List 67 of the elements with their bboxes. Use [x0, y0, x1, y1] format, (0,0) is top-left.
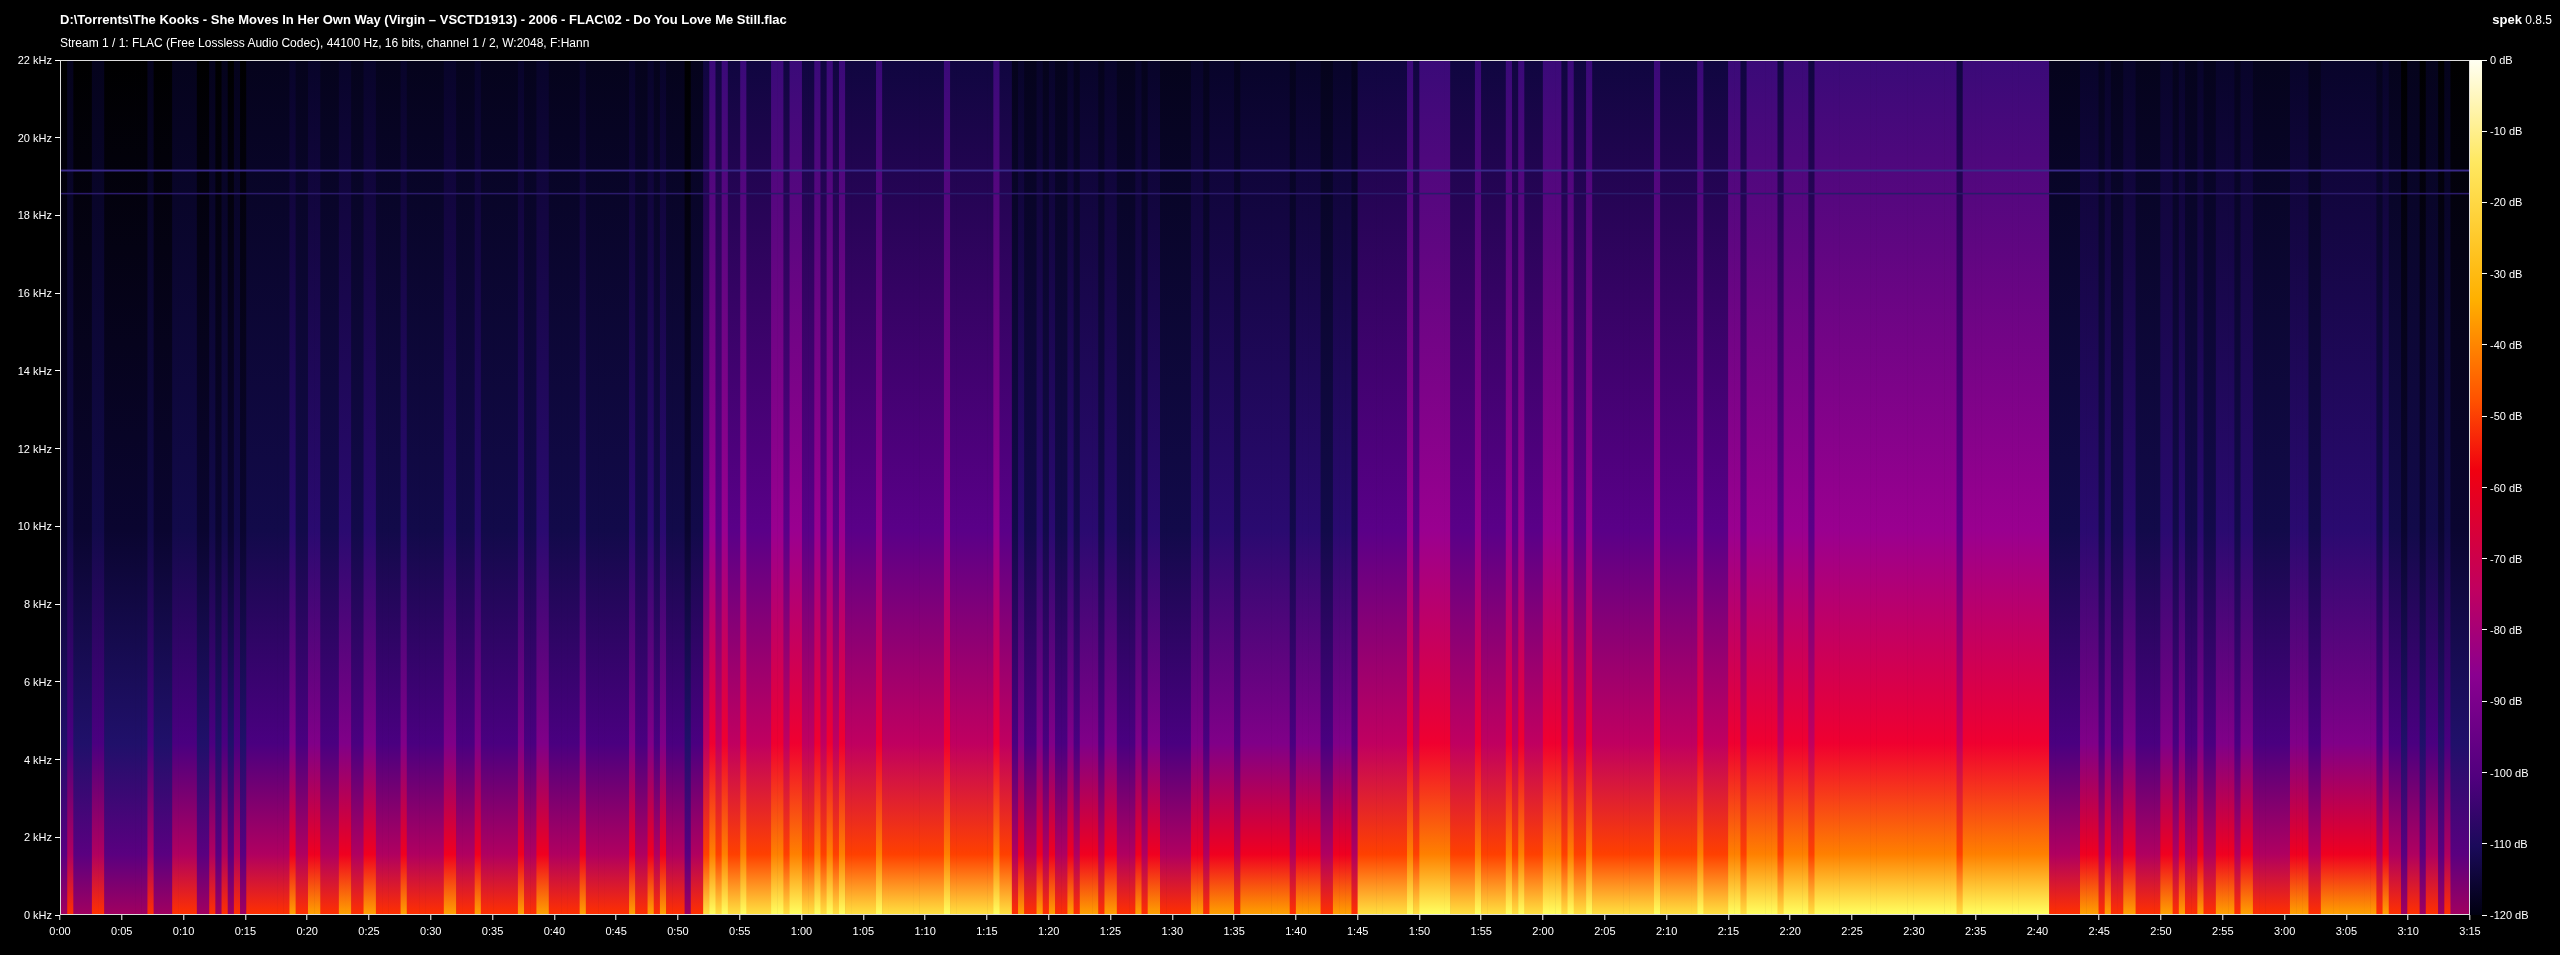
time-label: 2:15	[1717, 925, 1740, 937]
frequency-label: 4 kHz	[23, 753, 52, 766]
time-label: 0:40	[543, 925, 566, 937]
time-label: 2:40	[2026, 925, 2049, 937]
time-label: 1:50	[1408, 925, 1431, 937]
time-label: 2:35	[1964, 925, 1987, 937]
decibel-label: -80 dB	[2490, 624, 2523, 636]
frequency-label: 22 kHz	[17, 54, 52, 66]
time-label: 1:25	[1099, 925, 1122, 937]
time-label: 1:20	[1038, 925, 1060, 937]
time-label: 3:00	[2273, 925, 2296, 937]
stream-info-text: Stream 1 / 1: FLAC (Free Lossless Audio Codec), 44100 Hz, 16 bits, channel 1 / 2, W:2048, F:Hann	[60, 36, 591, 50]
decibel-label: -30 dB	[2490, 267, 2523, 280]
time-label: 0:45	[605, 925, 627, 937]
time-label: 0:50	[667, 925, 689, 937]
time-label: 1:00	[790, 925, 813, 937]
time-label: 3:10	[2397, 925, 2419, 937]
file-path-title: D:\Torrents\The Kooks - She Moves In Her Own Way (Virgin – VSCTD1913) - 2006 - FLAC\02 - Do You Love Me Still.flac	[60, 12, 788, 27]
time-label: 1:35	[1223, 925, 1245, 937]
frequency-label: 12 kHz	[17, 442, 52, 455]
decibel-label: -10 dB	[2490, 125, 2523, 138]
time-label: 3:15	[2459, 925, 2481, 937]
time-label: 0:10	[172, 925, 195, 937]
frequency-label: 10 kHz	[17, 520, 52, 533]
time-label: 2:10	[1655, 925, 1678, 937]
decibel-label: -20 dB	[2490, 196, 2523, 209]
time-label: 0:20	[296, 925, 318, 937]
time-label: 1:30	[1161, 925, 1183, 937]
time-label: 2:25	[1841, 925, 1863, 937]
time-label: 2:20	[1779, 925, 1801, 937]
frequency-label: 16 kHz	[17, 287, 52, 300]
time-label: 2:30	[1903, 925, 1925, 937]
decibel-label: -100 dB	[2490, 766, 2529, 779]
time-label: 1:40	[1285, 925, 1307, 937]
decibel-label: -70 dB	[2490, 552, 2523, 565]
time-label: 2:45	[2088, 925, 2110, 937]
frequency-label: 0 kHz	[23, 909, 52, 921]
decibel-label: -90 dB	[2490, 695, 2523, 708]
decibel-label: -50 dB	[2490, 410, 2523, 423]
decibel-label: -120 dB	[2490, 909, 2529, 921]
time-label: 2:55	[2212, 925, 2234, 937]
time-label: 0:00	[49, 925, 71, 937]
decibel-label: 0 dB	[2490, 54, 2513, 66]
time-label: 0:15	[234, 925, 257, 937]
decibel-label: -110 dB	[2490, 837, 2528, 850]
time-label: 0:35	[481, 925, 504, 937]
time-label: 3:05	[2335, 925, 2358, 937]
frequency-label: 18 kHz	[17, 209, 52, 222]
time-label: 0:25	[358, 925, 380, 937]
decibel-label: -60 dB	[2490, 481, 2523, 494]
time-label: 1:10	[914, 925, 936, 937]
time-label: 2:05	[1594, 925, 1616, 937]
time-label: 1:05	[852, 925, 875, 937]
time-label: 0:55	[729, 925, 751, 937]
time-label: 2:50	[2150, 925, 2172, 937]
frequency-label: 8 kHz	[23, 598, 52, 611]
frequency-label: 2 kHz	[23, 831, 52, 844]
time-label: 1:15	[976, 925, 998, 937]
time-label: 0:05	[111, 925, 133, 937]
frequency-label: 6 kHz	[23, 675, 52, 688]
frequency-label: 20 kHz	[17, 131, 52, 144]
time-label: 2:00	[1532, 925, 1554, 937]
time-label: 1:45	[1347, 925, 1369, 937]
time-label: 1:55	[1470, 925, 1492, 937]
time-label: 0:30	[420, 925, 442, 937]
frequency-label: 14 kHz	[17, 364, 52, 377]
decibel-label: -40 dB	[2490, 339, 2523, 351]
